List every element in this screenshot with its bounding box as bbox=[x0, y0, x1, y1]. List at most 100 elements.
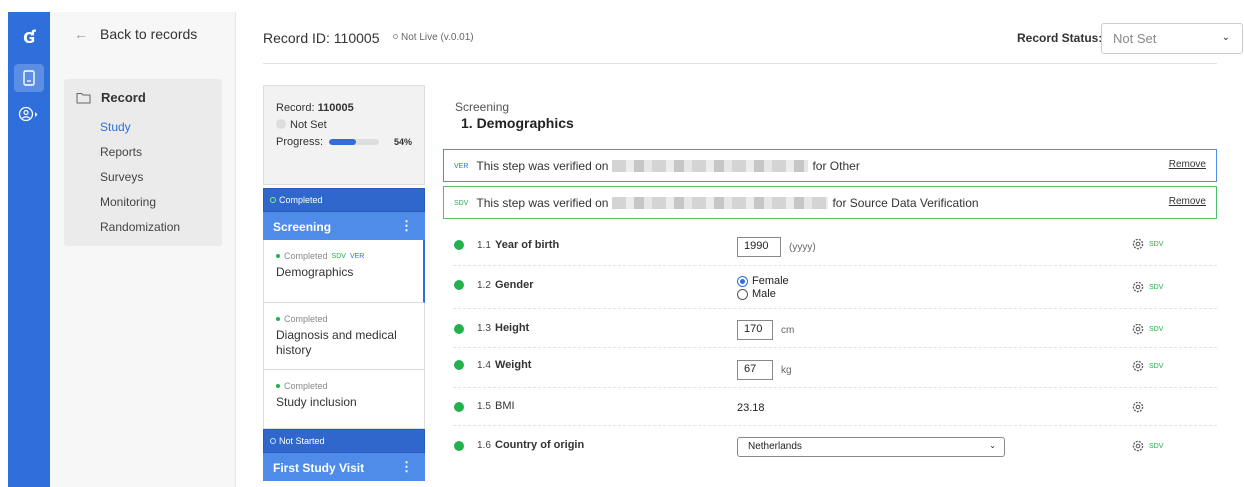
completed-dot-icon bbox=[454, 402, 464, 412]
year-of-birth-input[interactable]: 1990 bbox=[737, 237, 781, 257]
verification-sdv: SDV This step was verified on for Source D… bbox=[443, 186, 1217, 219]
phase-title-text: First Study Visit bbox=[273, 461, 365, 475]
record-id: Record ID: 110005 bbox=[263, 30, 380, 46]
field-number: 1.4 bbox=[477, 360, 491, 371]
gear-icon bbox=[1132, 281, 1144, 293]
field-unit: kg bbox=[781, 364, 792, 376]
ver-icon: VER bbox=[454, 163, 469, 170]
nav-item-randomization[interactable]: Randomization bbox=[100, 219, 180, 244]
verification-text: This step was verified on bbox=[476, 196, 609, 210]
not-started-circle-icon bbox=[270, 438, 276, 444]
gear-icon bbox=[1132, 323, 1144, 335]
gear-icon bbox=[1132, 238, 1144, 250]
field-bmi: 1.5 BMI 23.18 bbox=[453, 388, 1217, 426]
step-study-inclusion[interactable]: Completed Study inclusion bbox=[263, 370, 425, 429]
phase-first-study-visit[interactable]: Not Started First Study Visit ⋮ bbox=[263, 429, 425, 481]
field-number: 1.2 bbox=[477, 280, 491, 291]
phase-status-text: Not Started bbox=[279, 436, 325, 446]
field-label: Weight bbox=[495, 359, 532, 371]
nav-item-monitoring[interactable]: Monitoring bbox=[100, 194, 180, 219]
height-input[interactable]: 170 bbox=[737, 320, 773, 340]
live-status: Not Live (v.0.01) bbox=[393, 32, 474, 43]
sdv-check-icon[interactable]: SDV bbox=[1149, 284, 1163, 291]
step-diagnosis[interactable]: Completed Diagnosis and medical history bbox=[263, 303, 425, 370]
step-navigator: Record: 110005 Not Set Progress: 54% Com… bbox=[263, 85, 425, 487]
field-unit: cm bbox=[781, 324, 795, 336]
user-menu-icon[interactable] bbox=[14, 100, 44, 128]
sdv-check-icon[interactable]: SDV bbox=[1149, 326, 1163, 333]
sdv-check-icon[interactable]: SDV bbox=[1149, 363, 1163, 370]
completed-dot-icon bbox=[276, 384, 280, 388]
completed-dot-icon bbox=[454, 324, 464, 334]
record-nav: Record Study Reports Surveys Monitoring … bbox=[64, 79, 222, 246]
app-rail: ʛ bbox=[8, 12, 50, 487]
nav-item-reports[interactable]: Reports bbox=[100, 144, 180, 169]
progress-label: Progress: bbox=[276, 136, 324, 148]
chevron-down-icon: ⌄ bbox=[989, 441, 996, 450]
field-unit: (yyyy) bbox=[789, 241, 816, 253]
field-label: Height bbox=[495, 322, 530, 334]
phase-title[interactable]: Screening ⋮ bbox=[263, 212, 425, 240]
redacted-date bbox=[612, 160, 809, 172]
nav-item-study[interactable]: Study bbox=[100, 119, 180, 144]
phase-status-text: Completed bbox=[279, 195, 323, 205]
record-summary-status: Not Set bbox=[290, 119, 327, 131]
redacted-date bbox=[612, 197, 829, 209]
sdv-check-icon: SDV bbox=[331, 252, 346, 260]
step-demographics[interactable]: Completed SDV VER Demographics bbox=[263, 240, 425, 303]
record-section-label: Record bbox=[101, 90, 146, 105]
step-status: Completed bbox=[284, 314, 328, 324]
phase-title[interactable]: First Study Visit ⋮ bbox=[263, 453, 425, 481]
record-status-select[interactable]: Not Set ⌄ bbox=[1101, 23, 1243, 54]
progress-fill bbox=[329, 139, 357, 145]
sdv-check-icon[interactable]: SDV bbox=[1149, 241, 1163, 248]
back-to-records-link[interactable]: ← Back to records bbox=[74, 26, 197, 42]
gender-option-male[interactable]: Male bbox=[737, 288, 776, 300]
phase-title-text: Screening bbox=[273, 220, 332, 234]
form-title: 1. Demographics bbox=[461, 115, 574, 131]
step-status: Completed bbox=[284, 251, 328, 261]
completed-dot-icon bbox=[454, 360, 464, 370]
bmi-value: 23.18 bbox=[737, 402, 765, 414]
verification-type: for Source Data Verification bbox=[832, 196, 979, 210]
step-name: Demographics bbox=[276, 265, 354, 279]
record-sidebar: ← Back to records Record Study Reports S… bbox=[50, 12, 236, 487]
back-label: Back to records bbox=[100, 26, 198, 42]
verification-type: for Other bbox=[812, 159, 860, 173]
field-label: BMI bbox=[495, 400, 515, 412]
phase-screening[interactable]: Completed Screening ⋮ bbox=[263, 188, 425, 240]
form-breadcrumb: Screening bbox=[455, 100, 510, 114]
field-year-of-birth: 1.1 Year of birth 1990 (yyyy) SDV bbox=[453, 228, 1217, 266]
completed-circle-icon bbox=[270, 197, 276, 203]
logo-icon: ʛ bbox=[23, 26, 35, 48]
weight-input[interactable]: 67 bbox=[737, 360, 773, 380]
form-content: Screening 1. Demographics VER This step w… bbox=[443, 85, 1217, 487]
phase-status: Completed bbox=[263, 188, 425, 212]
field-number: 1.5 bbox=[477, 401, 491, 412]
record-label: Record: bbox=[276, 102, 315, 114]
field-height: 1.3 Height 170 cm SDV bbox=[453, 309, 1217, 348]
app: ʛ ← Back to records Record Study Reports… bbox=[0, 0, 1244, 487]
option-label: Male bbox=[752, 288, 776, 300]
field-label: Year of birth bbox=[495, 239, 560, 251]
country-value: Netherlands bbox=[748, 441, 802, 452]
nav-item-surveys[interactable]: Surveys bbox=[100, 169, 180, 194]
gear-icon bbox=[1132, 440, 1144, 452]
remove-verification-link[interactable]: Remove bbox=[1169, 159, 1206, 170]
more-options-icon[interactable]: ⋮ bbox=[400, 459, 413, 475]
progress-bar bbox=[329, 139, 380, 145]
phase-status: Not Started bbox=[263, 429, 425, 453]
records-icon[interactable] bbox=[14, 64, 44, 92]
sdv-check-icon: SDV bbox=[454, 200, 469, 207]
progress: Progress: 54% bbox=[276, 136, 412, 148]
chevron-down-icon: ⌄ bbox=[1221, 32, 1230, 43]
field-number: 1.1 bbox=[477, 240, 491, 251]
gender-option-female[interactable]: Female bbox=[737, 275, 789, 287]
gear-icon bbox=[1132, 401, 1144, 413]
verification-ver: VER This step was verified on for Other Re… bbox=[443, 149, 1217, 182]
country-select[interactable]: Netherlands ⌄ bbox=[737, 437, 1005, 457]
ver-icon: VER bbox=[349, 252, 365, 260]
sdv-check-icon[interactable]: SDV bbox=[1149, 443, 1163, 450]
more-options-icon[interactable]: ⋮ bbox=[400, 218, 413, 234]
remove-verification-link[interactable]: Remove bbox=[1169, 196, 1206, 207]
